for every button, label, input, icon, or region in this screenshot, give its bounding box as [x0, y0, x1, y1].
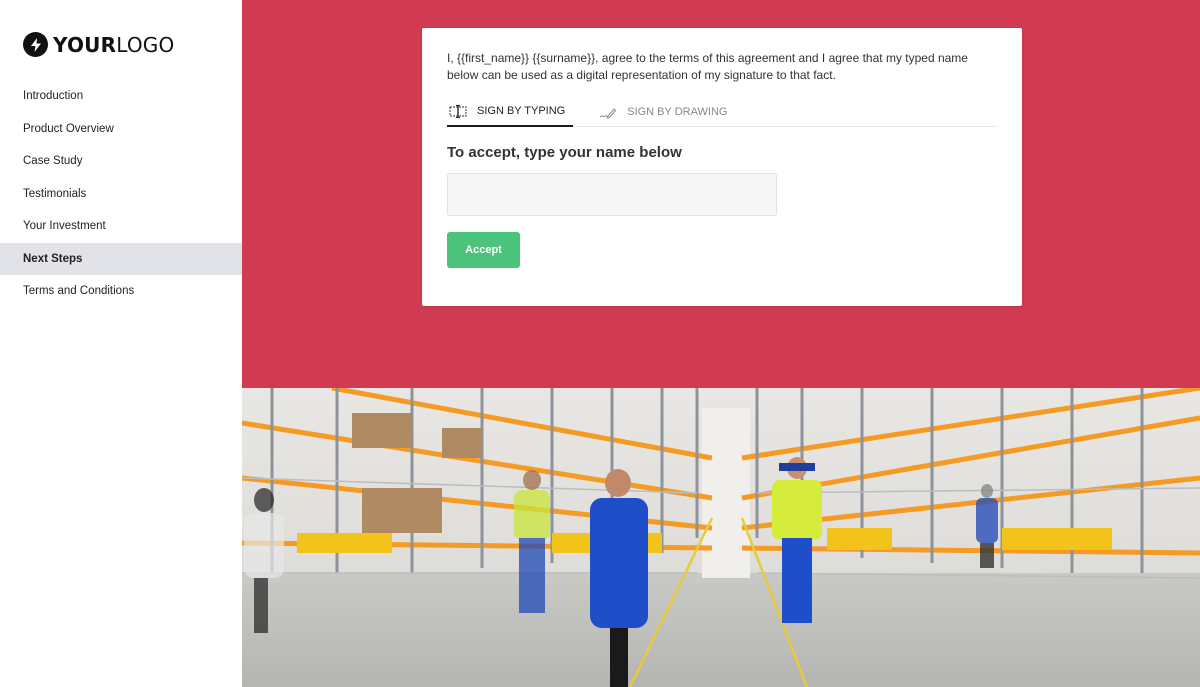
sidebar-item-case-study[interactable]: Case Study [0, 145, 242, 178]
sidebar-item-terms-and-conditions[interactable]: Terms and Conditions [0, 275, 242, 308]
floor [242, 573, 1200, 687]
signature-section: I, {{first_name}} {{surname}}, agree to … [242, 0, 1200, 388]
tab-label: SIGN BY DRAWING [627, 106, 728, 118]
signature-tabs: SIGN BY TYPING SIGN BY DRAWING [447, 97, 997, 127]
name-input[interactable] [447, 173, 777, 216]
warehouse-image [242, 388, 1200, 687]
signature-card: I, {{first_name}} {{surname}}, agree to … [422, 28, 1022, 306]
tab-label: SIGN BY TYPING [477, 105, 566, 117]
logo-text-light: LOGO [116, 32, 175, 57]
tab-sign-by-drawing[interactable]: SIGN BY DRAWING [597, 97, 735, 127]
form-heading: To accept, type your name below [447, 144, 682, 161]
logo[interactable]: YOURLOGO [23, 32, 174, 57]
sidebar-item-testimonials[interactable]: Testimonials [0, 178, 242, 211]
lightning-bolt-icon [23, 32, 48, 57]
aisle-end [702, 408, 750, 578]
sidebar-nav: Introduction Product Overview Case Study… [0, 80, 242, 308]
agreement-text: I, {{first_name}} {{surname}}, agree to … [447, 51, 968, 82]
sidebar-item-introduction[interactable]: Introduction [0, 80, 242, 113]
sidebar: YOURLOGO Introduction Product Overview C… [0, 0, 242, 687]
logo-text-bold: YOUR [53, 32, 117, 57]
tab-sign-by-typing[interactable]: SIGN BY TYPING [447, 97, 574, 127]
main-content: I, {{first_name}} {{surname}}, agree to … [242, 0, 1200, 687]
warehouse-photo [242, 388, 1200, 687]
sidebar-item-product-overview[interactable]: Product Overview [0, 113, 242, 146]
text-cursor-box-icon [449, 104, 467, 118]
sidebar-item-your-investment[interactable]: Your Investment [0, 210, 242, 243]
sidebar-item-next-steps[interactable]: Next Steps [0, 242, 242, 275]
accept-button[interactable]: Accept [447, 232, 520, 268]
logo-text: YOURLOGO [53, 33, 174, 57]
signature-pen-icon [599, 105, 617, 119]
worker-vest-left [514, 470, 550, 613]
